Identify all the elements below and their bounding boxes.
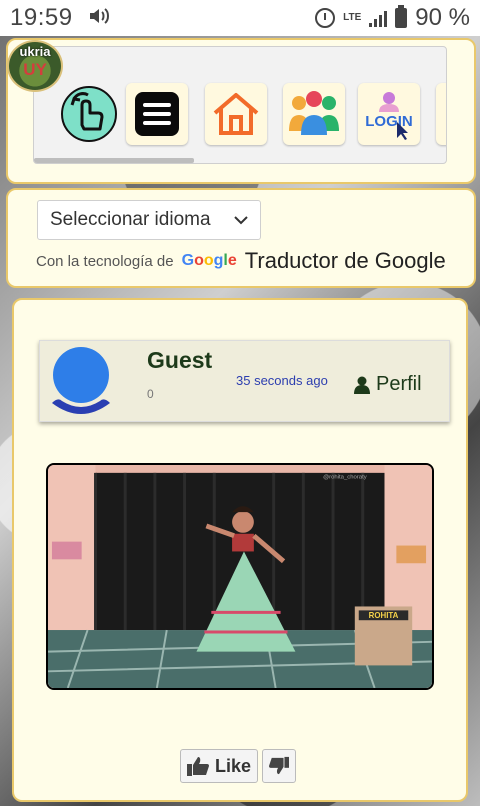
google-logo: Google bbox=[181, 252, 237, 269]
alarm-icon bbox=[315, 8, 336, 28]
battery-percent: 90 % bbox=[415, 4, 470, 31]
status-time: 19:59 bbox=[10, 4, 73, 31]
thumbs-up-icon bbox=[186, 757, 209, 776]
signal-icon bbox=[369, 9, 388, 27]
menu-icon bbox=[135, 92, 179, 136]
dislike-button[interactable] bbox=[262, 749, 296, 783]
video-player[interactable]: ROHITA @rohita_choraty bbox=[46, 463, 434, 690]
google-translate-link[interactable]: Traductor de Google bbox=[245, 248, 446, 274]
logo-text-bottom: UY bbox=[23, 60, 47, 79]
like-label: Like bbox=[214, 755, 252, 776]
touch-app-button[interactable] bbox=[58, 83, 120, 145]
post-time: 35 seconds ago bbox=[236, 373, 328, 388]
logo-text-top: ukria bbox=[19, 44, 51, 59]
status-bar: 19:59 LTE 90 % bbox=[0, 0, 480, 36]
user-name[interactable]: Guest bbox=[147, 347, 212, 374]
user-count: 0 bbox=[147, 387, 154, 401]
people-icon bbox=[289, 91, 339, 135]
language-select[interactable]: Seleccionar idioma bbox=[37, 200, 261, 240]
user-icon bbox=[354, 376, 370, 394]
profile-label: Perfil bbox=[376, 373, 422, 395]
battery-icon bbox=[395, 5, 408, 28]
svg-text:LOGIN: LOGIN bbox=[365, 113, 413, 130]
like-button[interactable]: Like bbox=[180, 749, 258, 783]
lte-label: LTE bbox=[343, 12, 362, 23]
chevron-down-icon bbox=[234, 212, 248, 228]
site-logo[interactable]: ukria UY bbox=[7, 40, 63, 92]
avatar[interactable] bbox=[46, 345, 116, 417]
home-icon bbox=[213, 93, 259, 135]
user-card: Guest 0 35 seconds ago Perfil bbox=[39, 340, 450, 422]
thumbs-down-icon bbox=[269, 756, 289, 775]
language-select-value: Seleccionar idioma bbox=[50, 209, 211, 230]
more-app-button[interactable] bbox=[436, 83, 446, 145]
video-thumbnail: ROHITA @rohita_choraty bbox=[48, 465, 432, 688]
powered-by-row: Con la tecnología de Google Traductor de… bbox=[36, 246, 446, 276]
media-icon bbox=[89, 7, 109, 30]
powered-by-text: Con la tecnología de bbox=[36, 252, 174, 270]
home-button[interactable] bbox=[205, 83, 267, 145]
video-badge-text: ROHITA bbox=[369, 611, 399, 620]
app-icon-strip[interactable]: LOGIN bbox=[33, 46, 447, 164]
menu-button[interactable] bbox=[126, 83, 188, 145]
touch-icon bbox=[61, 86, 117, 142]
profile-button[interactable]: Perfil bbox=[354, 373, 422, 396]
community-button[interactable] bbox=[283, 83, 345, 145]
video-watermark: @rohita_choraty bbox=[323, 475, 367, 481]
status-icons: LTE 90 % bbox=[315, 4, 470, 32]
strip-scrollbar[interactable] bbox=[34, 158, 194, 163]
login-button[interactable]: LOGIN bbox=[358, 83, 420, 145]
login-icon: LOGIN bbox=[365, 92, 413, 140]
